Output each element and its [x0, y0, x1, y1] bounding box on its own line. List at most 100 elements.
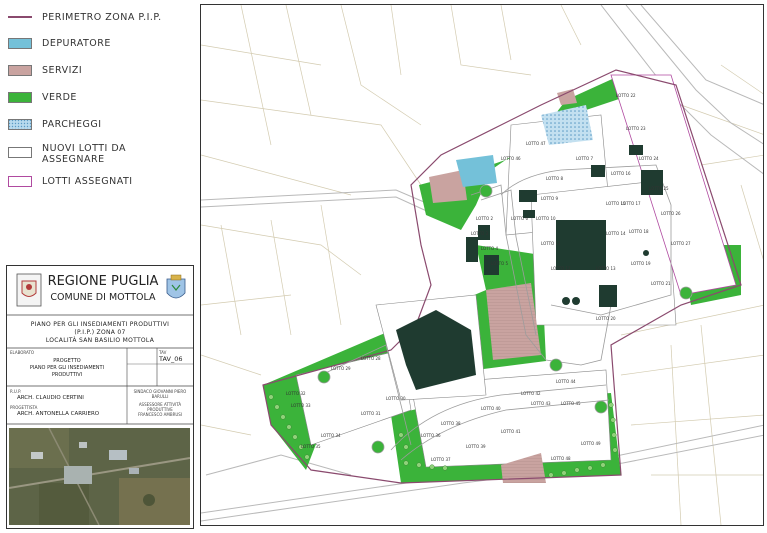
lot-label: LOTTO 40	[481, 406, 501, 411]
tank	[562, 297, 570, 305]
lot-label: LOTTO 8	[546, 176, 563, 181]
legend-label: LOTTI ASSEGNATI	[42, 176, 133, 187]
lot-label: LOTTO 48	[551, 456, 571, 461]
lot-label: LOTTO 25	[649, 186, 669, 191]
map-drawing: LOTTO 22 LOTTO 23 LOTTO 24 LOTTO 25 LOTT…	[201, 5, 763, 525]
legend-item-lotti-assegnati: LOTTI ASSEGNATI	[8, 176, 133, 187]
legend-label-cont: ASSEGNARE	[42, 154, 105, 165]
project-title-2: PIANO PER GLI INSEDIAMENTI	[29, 365, 105, 371]
lot-label: LOTTO 14	[606, 231, 626, 236]
legend-item-servizi: SERVIZI	[8, 65, 82, 76]
roundabout	[594, 400, 608, 414]
lot-label: LOTTO 22	[616, 93, 636, 98]
assessore-line-3: FRANCESCO AMBRUSI	[137, 412, 183, 417]
lot-label: LOTTO 9	[541, 196, 558, 201]
legend-item-depuratore: DEPURATORE	[8, 38, 111, 49]
lot-label: LOTTO 3	[471, 231, 488, 236]
plan-title-3: LOCALITÀ SAN BASILIO MOTTOLA	[45, 337, 155, 344]
lot-label: LOTTO 27	[671, 241, 691, 246]
building-small	[466, 237, 478, 262]
rup-name: ARCH. CLAUDIO CERTINI	[17, 395, 84, 401]
lot-label: LOTTO 38	[441, 421, 461, 426]
building-small	[599, 285, 617, 307]
parcheggi-swatch	[8, 119, 32, 130]
building-east	[641, 170, 663, 195]
regione-crest-icon	[16, 273, 42, 307]
plan-title-1: PIANO PER GLI INSEDIAMENTI PRODUTTIVI	[30, 321, 170, 328]
lot-label: LOTTO 42	[521, 391, 541, 396]
lot-label: LOTTO 33	[291, 403, 311, 408]
lot-label: LOTTO 19	[631, 261, 651, 266]
legend-label: PARCHEGGI	[42, 119, 102, 130]
lot-label: LOTTO 24	[639, 156, 659, 161]
legend-item-verde: VERDE	[8, 92, 77, 103]
verde-swatch	[8, 92, 32, 103]
lot-label: LOTTO 37	[431, 457, 451, 462]
lot-label: LOTTO 30	[386, 396, 406, 401]
legend-item-parcheggi: PARCHEGGI	[8, 119, 102, 130]
lot-label: LOTTO 10	[536, 216, 556, 221]
lot-label: LOTTO 4	[481, 246, 498, 251]
roundabout	[479, 184, 493, 198]
map-legend: PERIMETRO ZONA P.I.P. DEPURATORE SERVIZI…	[0, 0, 196, 262]
lot-label: LOTTO 16	[611, 171, 631, 176]
lot-label: LOTTO 44	[556, 379, 576, 384]
lot-label: LOTTO 5	[491, 261, 508, 266]
project-title-1: PROGETTO	[53, 358, 81, 364]
legend-label: NUOVI LOTTI DA	[42, 143, 127, 154]
legend-label: DEPURATORE	[42, 38, 111, 49]
lot-label: LOTTO 28	[361, 356, 381, 361]
lot-label: LOTTO 35	[301, 444, 321, 449]
region-name: REGIONE PUGLIA	[47, 274, 159, 289]
depuratore-swatch	[8, 38, 32, 49]
lot-label: LOTTO 39	[466, 444, 486, 449]
lot-label: LOTTO 21	[651, 281, 671, 286]
building-small	[591, 165, 605, 177]
lot-label: LOTTO 7	[576, 156, 593, 161]
servizi-swatch	[8, 65, 32, 76]
legend-item-nuovi-lotti: NUOVI LOTTI DA ASSEGNARE	[8, 143, 126, 165]
roundabout	[549, 358, 563, 372]
lot-label: LOTTO 46	[501, 156, 521, 161]
project-title-3: PRODUTTIVI	[51, 372, 83, 378]
building-small	[519, 190, 537, 202]
building-small	[629, 145, 643, 155]
legend-label-block: NUOVI LOTTI DA ASSEGNARE	[42, 143, 126, 165]
roundabout	[371, 440, 385, 454]
progettista-label: PROGETTISTA	[10, 405, 38, 410]
nuovi-lotti-swatch	[8, 147, 32, 158]
lot-label: LOTTO 12	[551, 266, 571, 271]
aerial-photo	[9, 428, 190, 525]
legend-label: SERVIZI	[42, 65, 83, 76]
lot-label: LOTTO 18	[629, 229, 649, 234]
tav-number: TAV_06	[159, 355, 183, 363]
title-block: REGIONE PUGLIA COMUNE DI MOTTOLA PIANO P…	[6, 265, 194, 529]
sindaco-label: SINDACO GIOVANNI PIERO BARULLI	[133, 389, 187, 399]
pip-site-map: LOTTO 22 LOTTO 23 LOTTO 24 LOTTO 25 LOTT…	[200, 4, 764, 526]
lot-label: LOTTO 47	[526, 141, 546, 146]
progettista-name: ARCH. ANTONELLA CARRIERO	[17, 411, 100, 417]
lot-label: LOTTO 31	[361, 411, 381, 416]
lot-label: LOTTO 45	[561, 401, 581, 406]
legend-label: PERIMETRO ZONA P.I.P.	[42, 12, 162, 23]
rup-label: R.U.P.	[10, 389, 22, 394]
lot-label: LOTTO 43	[531, 401, 551, 406]
lot-label: LOTTO 49	[581, 441, 601, 446]
lot-label: LOTTO 41	[501, 429, 521, 434]
pip-zone	[262, 69, 742, 484]
comune-name: COMUNE DI MOTTOLA	[50, 292, 156, 303]
elaborato-label: ELABORATO	[10, 350, 35, 355]
legend-label: VERDE	[42, 92, 77, 103]
lot-label: LOTTO 20	[596, 316, 616, 321]
lot-label: LOTTO 26	[661, 211, 681, 216]
lot-label: LOTTO 2	[476, 216, 493, 221]
roundabout	[679, 286, 693, 300]
tank	[572, 297, 580, 305]
tank	[643, 250, 649, 256]
legend-item-perimeter: PERIMETRO ZONA P.I.P.	[8, 12, 162, 23]
lotti-assegnati-swatch	[8, 176, 32, 187]
plan-title-2: (P.I.P.) ZONA 07	[74, 329, 126, 336]
lot-label: LOTTO 13	[596, 266, 616, 271]
lot-label: LOTTO 15	[606, 201, 626, 206]
lot-label: LOTTO 36	[421, 433, 441, 438]
